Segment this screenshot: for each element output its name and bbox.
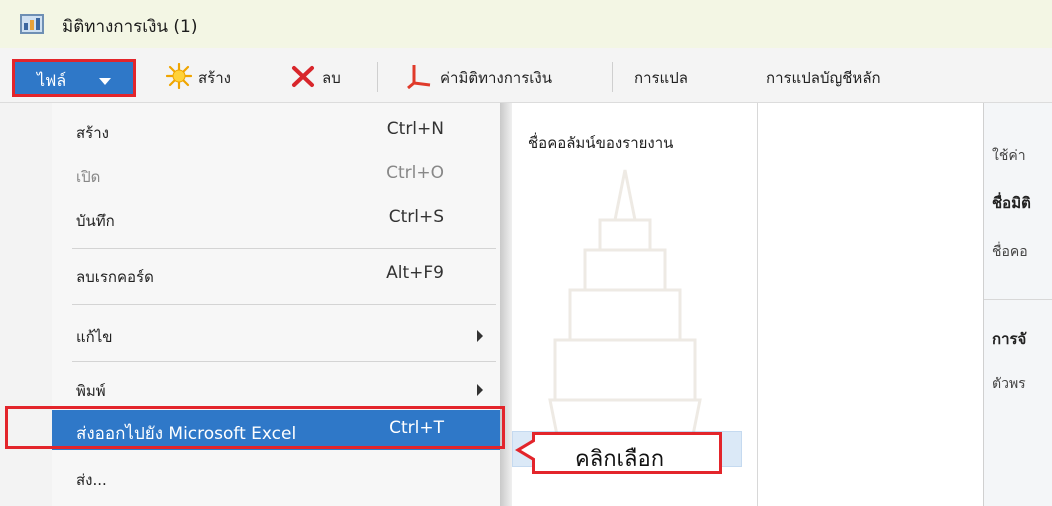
delete-button[interactable]: ลบ — [290, 63, 360, 91]
toolbar-divider — [612, 62, 613, 92]
details-line-column-name: ชื่อคอ — [992, 244, 1028, 260]
delete-label: ลบ — [322, 69, 341, 87]
new-star-icon — [166, 63, 192, 89]
menu-item-shortcut: Alt+F9 — [386, 263, 444, 283]
chevron-down-icon — [99, 78, 111, 85]
menu-item-shortcut: Ctrl+O — [386, 163, 444, 183]
details-line-use-value: ใช้ค่า — [992, 148, 1026, 164]
menu-item-label: ลบเรกคอร์ด — [76, 268, 154, 286]
callout-text: คลิกเลือก — [575, 446, 665, 471]
menu-item-send[interactable]: ส่ง... — [52, 458, 500, 498]
main-account-translation-label: การแปลบัญชีหลัก — [766, 69, 881, 87]
menu-item-shortcut: Ctrl+S — [388, 207, 444, 227]
file-menu-label: ไฟล์ — [37, 71, 67, 90]
details-line-prefix: ตัวพร — [992, 376, 1026, 392]
menu-item-save[interactable]: บันทึก Ctrl+S — [52, 199, 500, 239]
menu-item-label: แก้ไข — [76, 328, 113, 346]
menu-separator — [72, 248, 496, 249]
financial-dimension-values-label: ค่ามิติทางการเงิน — [440, 69, 552, 87]
menu-item-label: สร้าง — [76, 124, 109, 142]
column-header-report-column-name[interactable]: ชื่อคอลัมน์ของรายงาน — [528, 131, 673, 155]
menu-item-delete-record[interactable]: ลบเรกคอร์ด Alt+F9 — [52, 255, 500, 295]
menu-item-shortcut: Ctrl+N — [386, 119, 444, 139]
menu-item-open: เปิด Ctrl+O — [52, 155, 500, 195]
details-section-heading: การจั — [992, 330, 1027, 348]
file-menu-button[interactable]: ไฟล์ — [12, 59, 136, 97]
menu-item-print[interactable]: พิมพ์ — [52, 369, 500, 409]
watermark-emblem — [548, 169, 702, 452]
submenu-arrow-icon — [477, 384, 483, 396]
menu-item-new[interactable]: สร้าง Ctrl+N — [52, 111, 500, 151]
details-divider — [984, 299, 1052, 300]
menu-item-label: เปิด — [76, 168, 101, 186]
delete-x-icon — [292, 66, 314, 87]
title-bar: มิติทางการเงิน (1) — [0, 0, 1052, 49]
new-button[interactable]: สร้าง — [166, 63, 256, 91]
menu-item-edit[interactable]: แก้ไข — [52, 315, 500, 355]
highlight-frame — [5, 406, 505, 449]
translation-button[interactable]: การแปล — [634, 63, 734, 91]
menu-item-label: พิมพ์ — [76, 382, 106, 400]
details-panel: ใช้ค่า ชื่อมิติ ชื่อคอ การจั ตัวพร — [983, 103, 1052, 506]
blank-pane — [758, 103, 982, 506]
new-label: สร้าง — [198, 69, 231, 87]
dimension-values-icon — [407, 65, 431, 89]
menu-item-label: บันทึก — [76, 212, 115, 230]
action-toolbar: ไฟล์ สร้าง ลบ ค่ามิติทางการเงิน การแปล ก… — [0, 48, 1052, 103]
main-account-translation-button[interactable]: การแปลบัญชีหลัก — [766, 63, 936, 91]
menu-separator — [72, 361, 496, 362]
translation-label: การแปล — [634, 69, 688, 87]
submenu-arrow-icon — [477, 330, 483, 342]
menu-separator — [72, 304, 496, 305]
details-line-dimension-name: ชื่อมิติ — [992, 194, 1031, 212]
financial-dimension-values-button[interactable]: ค่ามิติทางการเงิน — [406, 63, 586, 91]
menu-item-label: ส่ง... — [76, 471, 107, 489]
toolbar-divider — [377, 62, 378, 92]
window-title: มิติทางการเงิน (1) — [62, 17, 198, 37]
app-icon — [20, 14, 44, 34]
callout-box: คลิกเลือก — [532, 432, 722, 474]
callout-pointer-fill — [521, 441, 536, 459]
